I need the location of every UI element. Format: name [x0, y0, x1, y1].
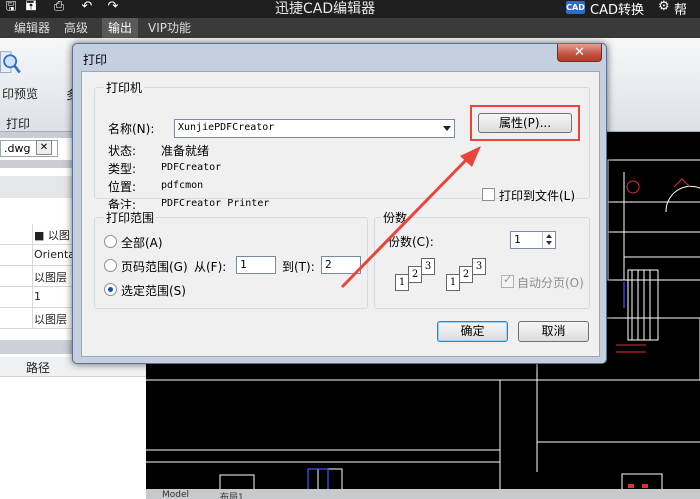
annotation-arrow-icon — [340, 146, 481, 289]
